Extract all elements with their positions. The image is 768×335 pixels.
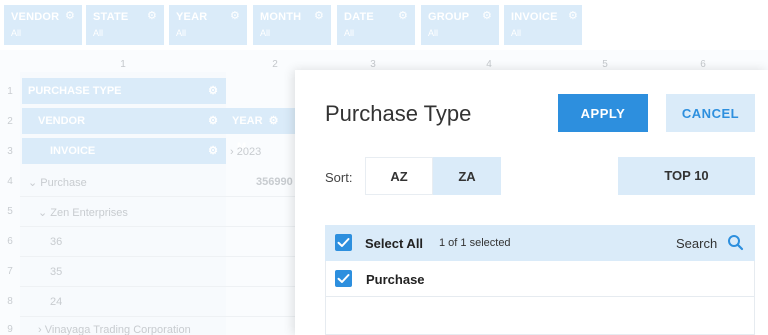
filter-chip-invoice[interactable]: INVOICE All ⚙ [504,5,582,45]
row-number: 9 [7,324,13,335]
cell-label: Purchase [40,177,87,189]
gear-icon[interactable]: ⚙ [269,115,279,127]
filter-chip-date[interactable]: DATE All ⚙ [337,5,415,45]
filter-dialog: Purchase Type APPLY CANCEL Sort: AZ ZA T… [295,70,768,335]
row-number: 8 [7,296,13,307]
column-header: 1 [120,59,126,70]
filter-chip-value: All [176,28,187,38]
row-number: 6 [7,236,13,247]
dialog-title: Purchase Type [325,101,472,126]
divider [20,286,295,287]
gear-icon[interactable]: ⚙ [208,108,218,134]
filter-chip-month[interactable]: MONTH All ⚙ [253,5,331,45]
gear-icon[interactable]: ⚙ [314,11,325,22]
gear-icon[interactable]: ⚙ [208,138,218,164]
row-field-invoice[interactable]: INVOICE ⚙ [22,138,226,164]
gear-icon[interactable]: ⚙ [230,11,241,22]
row-field-label: VENDOR [38,115,86,127]
purchase-value-cell: 356990 [256,176,293,188]
filter-chip-group[interactable]: GROUP All ⚙ [421,5,499,45]
filter-chip-value: All [428,28,439,38]
invoice-row-cell: 35 [50,266,63,278]
vendor-row-cell[interactable]: › Vinayaga Trading Corporation [38,324,191,335]
sort-za-button[interactable]: ZA [433,157,501,195]
column-field-label: YEAR [232,115,263,127]
gear-icon[interactable]: ⚙ [568,11,579,22]
filter-chip-value: All [11,28,22,38]
cell-label: Zen Enterprises [50,207,128,219]
gear-icon[interactable]: ⚙ [482,11,493,22]
gear-icon[interactable]: ⚙ [65,11,76,22]
apply-button[interactable]: APPLY [558,94,648,132]
item-label[interactable]: Purchase [366,272,425,287]
row-number: 1 [7,86,13,97]
chevron-down-icon[interactable]: ⌄ [38,207,47,219]
invoice-row-cell: 36 [50,236,63,248]
select-all-label[interactable]: Select All [365,236,423,251]
check-icon [337,274,350,283]
filter-chip-value: All [511,28,522,38]
row-number: 2 [7,116,13,127]
row-field-vendor[interactable]: VENDOR ⚙ [22,108,226,134]
filter-chip-state[interactable]: STATE All ⚙ [86,5,164,45]
divider [20,256,295,257]
chevron-right-icon[interactable]: › [38,324,42,335]
row-number: 5 [7,206,13,217]
row-number: 3 [7,146,13,157]
divider [20,316,295,317]
list-item[interactable]: Purchase [326,261,754,297]
column-field-year[interactable]: YEAR ⚙ M [226,108,295,153]
cell-label: Vinayaga Trading Corporation [44,324,191,335]
row-field-label: INVOICE [50,145,96,157]
row-field-purchase-type[interactable]: PURCHASE TYPE ⚙ [22,78,226,104]
year-value: 2023 [236,146,262,158]
gear-icon[interactable]: ⚙ [398,11,409,22]
filter-chip-vendor[interactable]: VENDOR All ⚙ [4,5,82,45]
purchase-row-cell[interactable]: ⌄ Purchase [28,176,87,189]
search-icon[interactable] [727,234,744,251]
invoice-row-cell: 24 [50,296,63,308]
year-header-cell[interactable]: › 2023 [230,146,261,158]
selected-count: 1 of 1 selected [439,237,511,249]
filter-chip-value: All [260,28,271,38]
top10-button[interactable]: TOP 10 [618,157,755,195]
row-number: 4 [7,176,13,187]
gear-icon[interactable]: ⚙ [147,11,158,22]
divider [20,196,295,197]
chevron-right-icon[interactable]: › [230,146,234,158]
list-header: Select All 1 of 1 selected Search [325,225,755,261]
filter-chip-value: All [93,28,104,38]
sort-label: Sort: [325,170,353,185]
gear-icon[interactable]: ⚙ [208,78,218,104]
vendor-row-cell[interactable]: ⌄ Zen Enterprises [38,206,128,219]
row-field-label: PURCHASE TYPE [28,85,122,97]
filter-chip-value: All [344,28,355,38]
check-icon [337,238,350,247]
item-checkbox[interactable] [335,270,352,287]
chevron-down-icon[interactable]: ⌄ [28,177,37,189]
sort-az-button[interactable]: AZ [365,157,433,195]
row-number: 7 [7,266,13,277]
item-list: Purchase [325,261,755,335]
cancel-button[interactable]: CANCEL [666,94,755,132]
filter-chip-year[interactable]: YEAR All ⚙ [169,5,247,45]
search-label[interactable]: Search [676,236,717,251]
filter-bar: VENDOR All ⚙ STATE All ⚙ YEAR All ⚙ MONT… [0,0,768,50]
select-all-checkbox[interactable] [335,234,352,251]
divider [20,226,295,227]
